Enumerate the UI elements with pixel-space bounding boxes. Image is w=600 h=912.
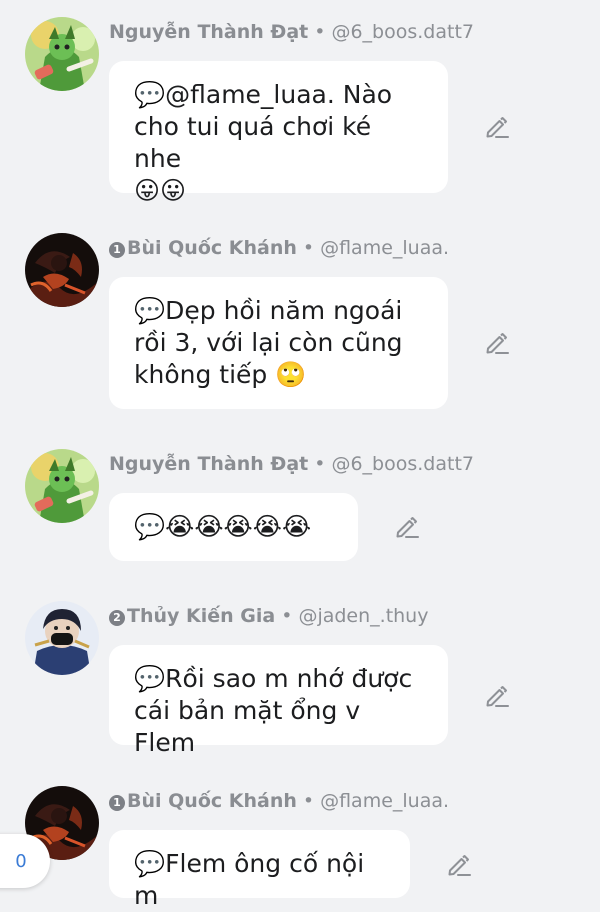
header-separator: • xyxy=(302,237,315,259)
message-bubble[interactable]: 💬Dẹp hồi năm ngoái rồi 3, với lại còn cũ… xyxy=(109,277,448,409)
edit-button[interactable] xyxy=(446,852,472,878)
message-text: 💬Dẹp hồi năm ngoái rồi 3, với lại còn cũ… xyxy=(134,296,403,389)
author-name[interactable]: Bùi Quốc Khánh xyxy=(127,790,297,812)
author-handle[interactable]: @jaden_.thuy xyxy=(298,605,428,627)
author-name[interactable]: Bùi Quốc Khánh xyxy=(127,237,297,259)
rank-badge: 2 xyxy=(109,610,125,626)
author-handle[interactable]: @flame_luaa. xyxy=(320,790,449,812)
comment-thread: Nguyễn Thành Đạt • @6_boos.datt7 💬@flame_l… xyxy=(0,0,600,911)
green-character-avatar-icon xyxy=(25,17,99,91)
author-handle[interactable]: @6_boos.datt7 xyxy=(331,21,474,43)
count-badge[interactable]: 0 xyxy=(0,834,50,888)
edit-button[interactable] xyxy=(484,683,510,709)
pencil-icon xyxy=(448,855,471,876)
author-handle[interactable]: @6_boos.datt7 xyxy=(331,453,474,475)
message-bubble[interactable]: 💬Flem ông cố nội m xyxy=(109,830,410,910)
message-header: Nguyễn Thành Đạt • @6_boos.datt7 xyxy=(109,19,474,45)
message-text: 💬@flame_luaa. Nào cho tui quá chơi ké nh… xyxy=(134,80,393,205)
message-text: 💬😭😭😭😭😭 xyxy=(134,512,312,541)
edit-button[interactable] xyxy=(484,114,510,140)
pencil-icon xyxy=(486,117,509,138)
green-character-avatar-icon xyxy=(25,449,99,523)
header-separator: • xyxy=(314,453,326,475)
message-header: 1 Bùi Quốc Khánh • @flame_luaa. xyxy=(109,235,449,261)
author-name[interactable]: Nguyễn Thành Đạt xyxy=(109,21,308,43)
header-separator: • xyxy=(281,605,293,627)
avatar[interactable] xyxy=(25,601,99,675)
message-header: 1 Bùi Quốc Khánh • @flame_luaa. xyxy=(109,788,449,814)
edit-button[interactable] xyxy=(394,514,420,540)
message-header: Nguyễn Thành Đạt • @6_boos.datt7 xyxy=(109,451,474,477)
author-name[interactable]: Thủy Kiến Gia xyxy=(127,605,275,627)
avatar[interactable] xyxy=(25,17,99,91)
edit-button[interactable] xyxy=(484,330,510,356)
rank-badge: 1 xyxy=(109,242,125,258)
avatar[interactable] xyxy=(25,449,99,523)
pencil-icon xyxy=(486,686,509,707)
message-bubble[interactable]: 💬Rồi sao m nhớ được cái bản mặt ổng v Fl… xyxy=(109,645,448,757)
avatar[interactable] xyxy=(25,233,99,307)
masked-character-avatar-icon xyxy=(25,601,99,675)
message-text: 💬Flem ông cố nội m xyxy=(134,849,365,910)
message-bubble[interactable]: 💬@flame_luaa. Nào cho tui quá chơi ké nh… xyxy=(109,61,448,205)
author-name[interactable]: Nguyễn Thành Đạt xyxy=(109,453,308,475)
header-separator: • xyxy=(302,790,315,812)
header-separator: • xyxy=(314,21,326,43)
pencil-icon xyxy=(396,517,419,538)
message-bubble[interactable]: 💬😭😭😭😭😭 xyxy=(109,493,358,561)
message-header: 2 Thủy Kiến Gia • @jaden_.thuy xyxy=(109,603,428,629)
dark-fire-avatar-icon xyxy=(25,233,99,307)
author-handle[interactable]: @flame_luaa. xyxy=(320,237,449,259)
pencil-icon xyxy=(486,333,509,354)
message-text: 💬Rồi sao m nhớ được cái bản mặt ổng v Fl… xyxy=(134,664,413,757)
rank-badge: 1 xyxy=(109,795,125,811)
